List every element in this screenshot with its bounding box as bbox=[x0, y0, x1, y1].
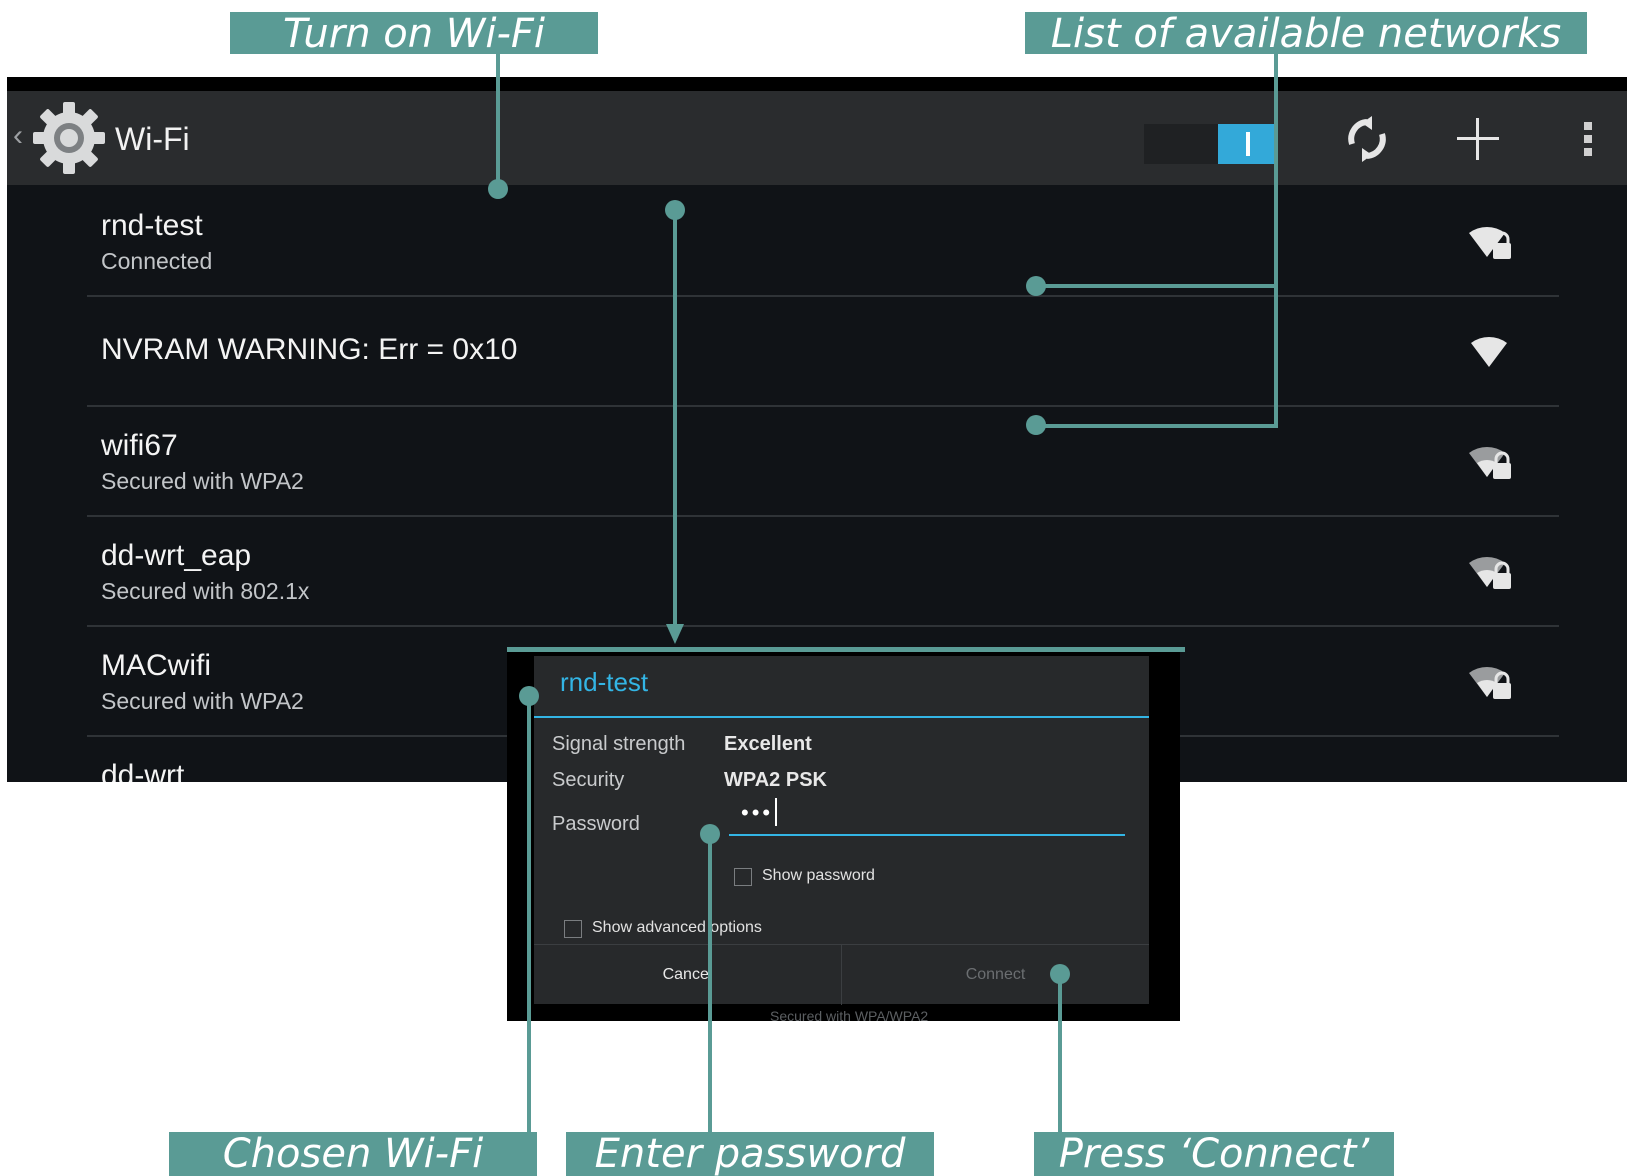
network-name: dd-wrt bbox=[101, 759, 185, 782]
page-title: Wi-Fi bbox=[115, 121, 190, 157]
background-status-text: Secured with WPA/WPA2 bbox=[770, 1008, 929, 1024]
wifi-signal-locked-icon bbox=[1469, 227, 1511, 259]
security-label: Security bbox=[552, 769, 625, 791]
back-icon[interactable]: ‹ bbox=[13, 121, 23, 151]
connector-dot bbox=[488, 179, 508, 199]
signal-strength-value: Excellent bbox=[724, 733, 812, 755]
password-field[interactable]: ••• bbox=[729, 798, 1125, 836]
wifi-toggle[interactable] bbox=[1144, 124, 1278, 164]
wifi-signal-locked-icon bbox=[1469, 557, 1511, 589]
network-name: rnd-test bbox=[101, 209, 203, 242]
network-name: NVRAM WARNING: Err = 0x10 bbox=[101, 333, 518, 366]
cancel-button[interactable]: Cancel bbox=[534, 945, 841, 1005]
signal-strength-label: Signal strength bbox=[552, 733, 686, 755]
connector-arrow bbox=[666, 624, 684, 644]
wifi-signal-locked-icon bbox=[1469, 667, 1511, 699]
show-advanced-label: Show advanced options bbox=[592, 919, 762, 936]
wifi-signal-locked-icon bbox=[1469, 447, 1511, 479]
security-value: WPA2 PSK bbox=[724, 769, 827, 791]
connector-line bbox=[673, 212, 677, 632]
network-status: Secured with 802.1x bbox=[101, 578, 310, 604]
connect-dialog: rnd-test Signal strength Excellent Secur… bbox=[534, 656, 1149, 1005]
show-password-label: Show password bbox=[762, 867, 875, 884]
action-bar: ‹ Wi-Fi bbox=[7, 91, 1627, 185]
password-value: ••• bbox=[741, 800, 774, 825]
dialog-title: rnd-test bbox=[560, 667, 649, 697]
connector-line bbox=[496, 54, 500, 188]
dialog-highlight-line bbox=[507, 647, 1185, 652]
callout-chosen-wifi: Chosen Wi-Fi bbox=[169, 1132, 537, 1176]
connector-line bbox=[1274, 54, 1278, 428]
connector-line bbox=[1036, 284, 1276, 288]
overflow-menu-icon[interactable] bbox=[1563, 114, 1613, 164]
scan-refresh-icon[interactable] bbox=[1342, 114, 1392, 164]
settings-gear-icon[interactable] bbox=[31, 100, 107, 176]
network-row-dd-wrt-eap[interactable]: dd-wrt_eap Secured with 802.1x bbox=[87, 517, 1559, 627]
network-status: Connected bbox=[101, 248, 213, 274]
connector-line bbox=[1036, 424, 1276, 428]
add-network-icon[interactable] bbox=[1453, 114, 1503, 164]
network-row-wifi67[interactable]: wifi67 Secured with WPA2 bbox=[87, 407, 1559, 517]
callout-press-connect: Press ‘Connect’ bbox=[1034, 1132, 1394, 1176]
connector-line bbox=[1058, 974, 1062, 1132]
network-status: Secured with WPA2 bbox=[101, 688, 304, 714]
network-name: wifi67 bbox=[101, 429, 178, 462]
callout-enter-password: Enter password bbox=[566, 1132, 934, 1176]
callout-turn-on-wifi: Turn on Wi-Fi bbox=[230, 12, 598, 54]
text-caret bbox=[775, 798, 777, 826]
connector-dot bbox=[1026, 276, 1046, 296]
connect-button[interactable]: Connect bbox=[842, 945, 1149, 1005]
connector-dot bbox=[1026, 415, 1046, 435]
password-label: Password bbox=[552, 813, 640, 835]
network-row-rnd-test[interactable]: rnd-test Connected bbox=[87, 185, 1559, 297]
status-bar bbox=[7, 77, 1627, 91]
network-name: MACwifi bbox=[101, 649, 211, 682]
callout-list-networks: List of available networks bbox=[1025, 12, 1587, 54]
wifi-signal-icon bbox=[1471, 337, 1507, 367]
network-row-nvram-warning[interactable]: NVRAM WARNING: Err = 0x10 bbox=[87, 297, 1559, 407]
connector-line bbox=[527, 696, 531, 1132]
wifi-toggle-knob bbox=[1218, 124, 1278, 164]
network-name: dd-wrt_eap bbox=[101, 539, 252, 572]
show-advanced-checkbox[interactable] bbox=[564, 920, 582, 938]
dialog-divider bbox=[534, 716, 1149, 718]
connector-line bbox=[708, 834, 712, 1132]
network-status: Secured with WPA2 bbox=[101, 468, 304, 494]
show-password-checkbox[interactable] bbox=[734, 868, 752, 886]
